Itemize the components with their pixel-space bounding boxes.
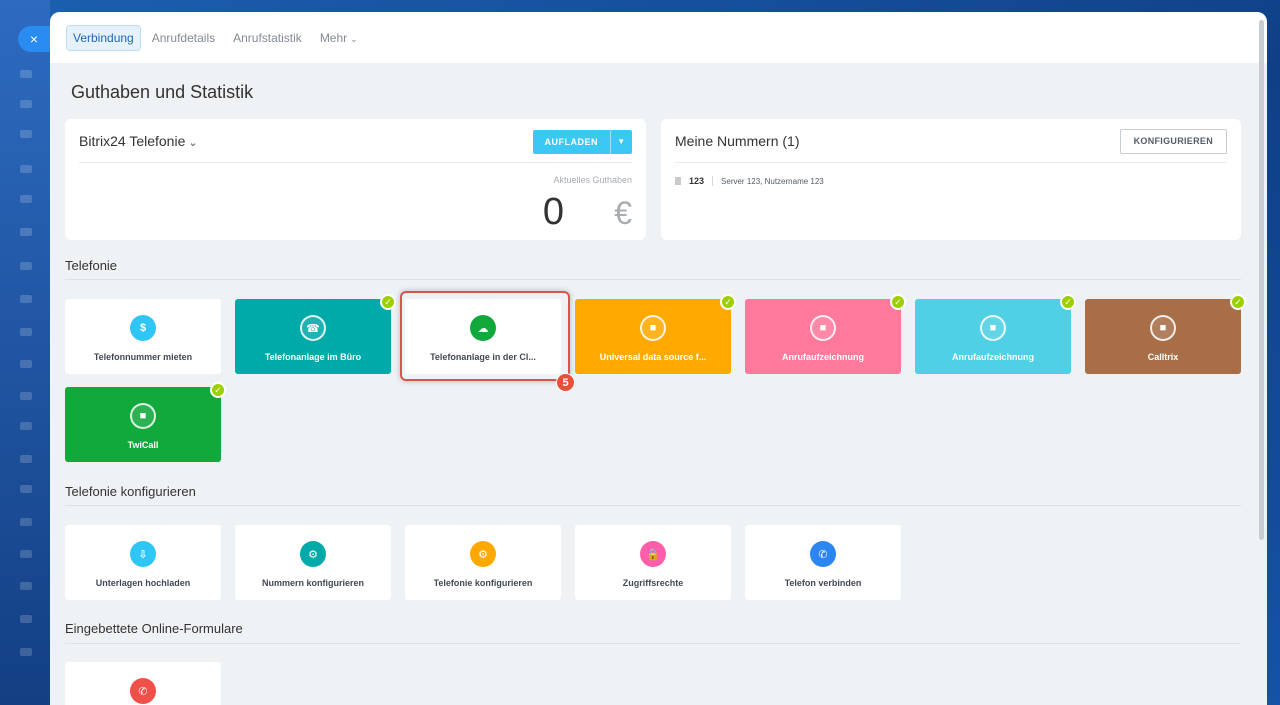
checkmark-icon: ✓ [210,382,226,398]
box-icon: ■ [130,403,156,429]
office-pbx-icon: ☎ [300,315,326,341]
conf-tile[interactable]: ⚙ Nummern konfigurieren [235,525,391,600]
numbers-card: Meine Nummern (1) KONFIGURIEREN 123 Serv… [661,119,1241,240]
number-entry[interactable]: 123 Server 123, Nutzername 123 [675,176,824,186]
conf-tile[interactable]: ⇩ Unterlagen hochladen [65,525,221,600]
tab-mehr[interactable]: Mehr ⌄ [313,25,365,51]
tile-label: Universal data source f... [599,352,707,362]
tel-tile[interactable]: ■ Anrufaufzeichnung ✓ [745,294,906,374]
conf-tile[interactable]: 🔒 Zugriffsrechte [575,525,731,600]
number-value: 123 [689,176,705,186]
section-telefonie: Telefonie [65,258,118,273]
tile-label: Telefon verbinden [784,578,862,588]
currency-symbol: € [614,195,632,231]
box-icon: ■ [1150,315,1176,341]
tile-label: Unterlagen hochladen [95,578,191,588]
checkmark-icon: ✓ [890,294,906,310]
tile-label: Nummern konfigurieren [261,578,364,588]
tab-verbindung[interactable]: Verbindung [66,24,141,51]
section-divider [65,643,1241,644]
tile-label: Anrufaufzeichnung [782,352,864,362]
tile-label: Zugriffsrechte [622,578,684,588]
section-divider [65,505,1241,506]
tile-label: Telefonnummer mieten [93,352,193,362]
aufladen-button[interactable]: AUFLADEN ▼ [532,130,632,154]
form-tile[interactable]: ✆ [65,662,221,705]
balance-label: Aktuelles Guthaben [553,175,632,185]
phone-connect-icon: ✆ [810,541,836,567]
box-icon: ■ [640,315,666,341]
tile-label: TwiCall [127,440,159,450]
conf-tile[interactable]: ⚙ Telefonie konfigurieren [405,525,561,600]
balance-value: 0 [542,191,564,233]
phone-gear-icon: ⚙ [300,541,326,567]
upload-document-icon: ⇩ [130,541,156,567]
tel-tile[interactable]: ☎ Telefonanlage im Büro ✓ [235,294,396,374]
divider [712,176,714,186]
phone-callback-icon: ✆ [130,678,156,704]
phone-dollar-icon: $ [130,315,156,341]
tile-label: Anrufaufzeichnung [952,352,1034,362]
user-lock-icon: 🔒 [640,541,666,567]
konfigurieren-button[interactable]: KONFIGURIEREN [1119,129,1227,154]
aufladen-label: AUFLADEN [544,137,598,147]
section-telefonie-konfigurieren: Telefonie konfigurieren [65,484,196,499]
page-title: Guthaben und Statistik [71,82,254,102]
slider-panel: Verbindung Anrufdetails Anrufstatistik M… [50,12,1267,705]
tab-anrufdetails[interactable]: Anrufdetails [145,25,222,51]
checkmark-icon: ✓ [380,294,396,310]
highlight-frame [400,291,570,381]
tel-tile[interactable]: ■ Anrufaufzeichnung ✓ [915,294,1076,374]
provider-selector[interactable]: Bitrix24 Telefonie ⌄ [79,133,198,149]
close-icon: × [29,31,39,47]
numbers-title: Meine Nummern (1) [675,132,800,149]
tab-mehr-label: Mehr [319,30,348,45]
tel-tile[interactable]: ■ TwiCall ✓ [65,382,226,462]
section-divider [65,279,1241,280]
conf-tile[interactable]: ✆ Telefon verbinden [745,525,901,600]
section-online-formulare: Eingebettete Online-Formulare [65,621,243,636]
tab-anrufstatistik[interactable]: Anrufstatistik [226,25,309,51]
provider-title: Bitrix24 Telefonie [79,132,186,149]
background-sidebar [0,0,50,705]
box-icon: ■ [810,315,836,341]
checkmark-icon: ✓ [720,294,736,310]
chevron-down-icon: ⌄ [188,136,198,149]
close-slider-button[interactable]: × [18,26,50,52]
top-tabs: Verbindung Anrufdetails Anrufstatistik M… [50,12,1267,63]
tel-tile[interactable]: $ Telefonnummer mieten [65,299,221,374]
checkmark-icon: ✓ [1060,294,1076,310]
tel-tile[interactable]: ■ Universal data source f... ✓ [575,294,736,374]
tile-label: Telefonie konfigurieren [433,578,533,588]
tile-label: Telefonanlage im Büro [264,352,362,362]
number-details: Server 123, Nutzername 123 [721,176,824,186]
settings-gear-icon: ⚙ [470,541,496,567]
balance-card: Bitrix24 Telefonie ⌄ AUFLADEN ▼ Aktuelles… [65,119,646,240]
tile-label: Calltrix [1147,352,1179,362]
box-icon: ■ [980,315,1006,341]
chevron-down-icon: ⌄ [350,33,358,44]
tel-tile[interactable]: ■ Calltrix ✓ [1085,294,1246,374]
checkmark-icon: ✓ [1230,294,1246,310]
scrollbar[interactable] [1259,20,1264,540]
dropdown-arrow-icon[interactable]: ▼ [610,130,632,154]
step-badge: 5 [556,373,575,392]
document-icon [675,177,681,185]
